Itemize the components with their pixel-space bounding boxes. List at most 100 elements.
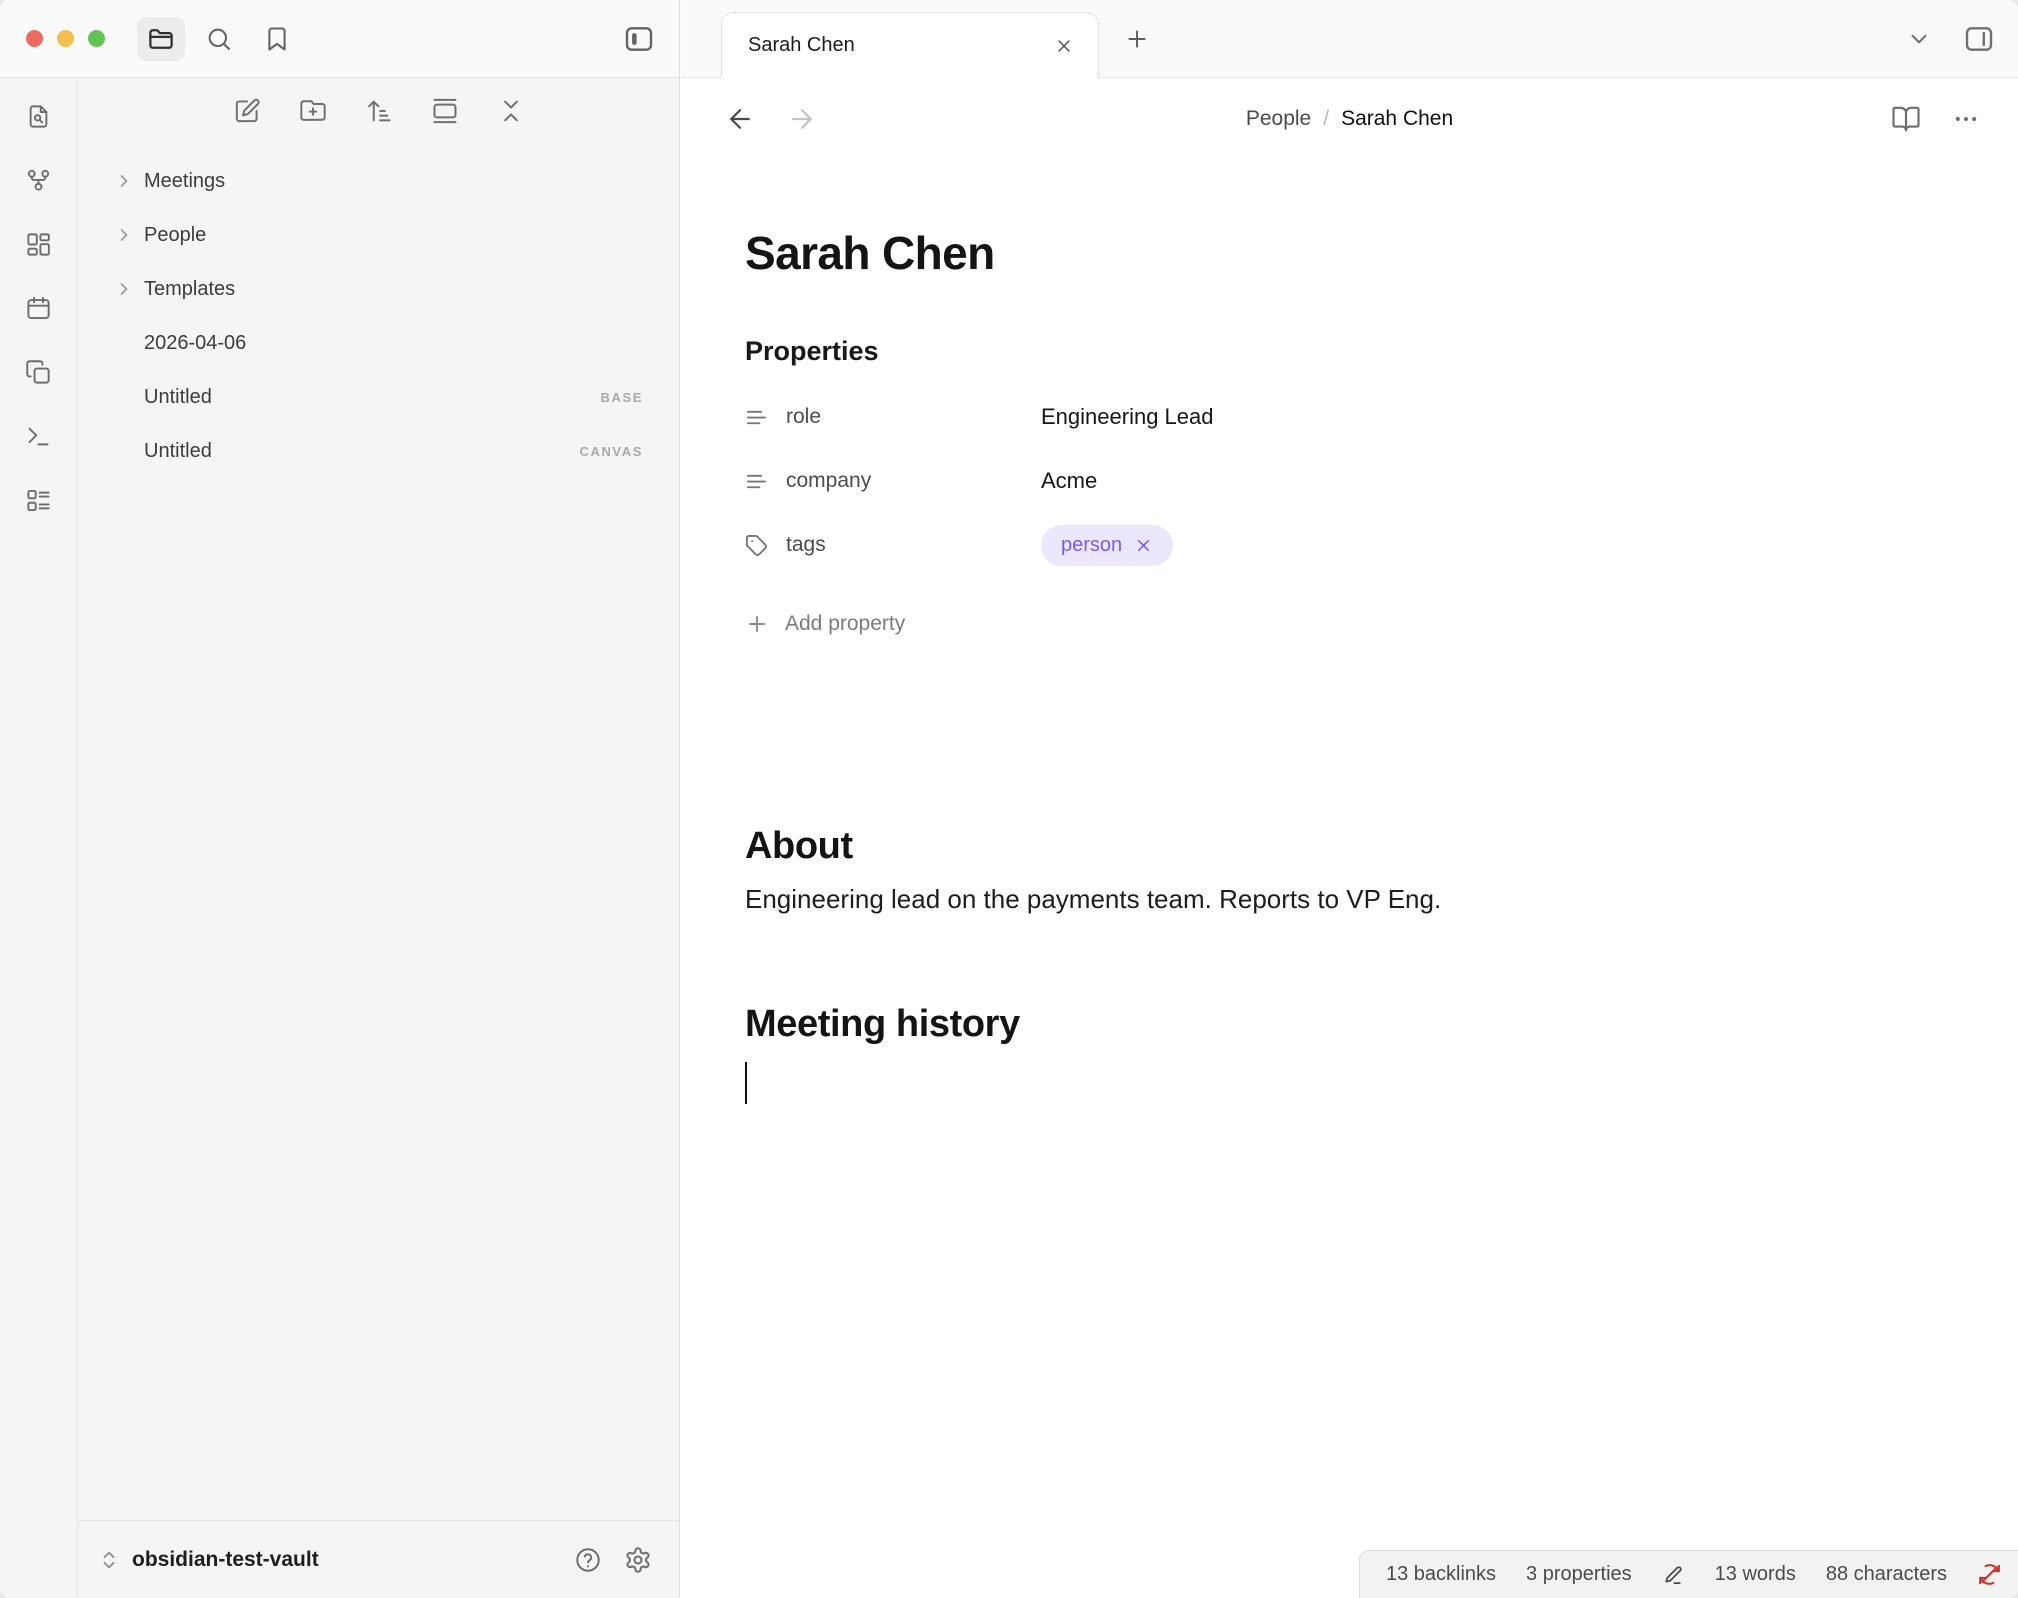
property-key-label: role (786, 405, 821, 429)
folder-icon (146, 24, 176, 54)
folder-row-templates[interactable]: Templates (104, 262, 653, 316)
properties-heading: Properties (745, 336, 1958, 367)
breadcrumb-current[interactable]: Sarah Chen (1341, 107, 1453, 130)
text-property-icon (745, 406, 768, 429)
arrow-right-icon (787, 104, 817, 134)
bases-icon (25, 487, 52, 514)
add-property-label: Add property (785, 612, 905, 636)
file-type-badge: BASE (600, 390, 643, 405)
new-tab-button[interactable] (1115, 17, 1159, 61)
search-icon (205, 25, 233, 53)
backlinks-count[interactable]: 13 backlinks (1386, 1563, 1496, 1586)
about-text[interactable]: Engineering lead on the payments team. R… (745, 884, 1958, 915)
file-search-icon (25, 103, 52, 130)
minimize-window-button[interactable] (57, 30, 74, 47)
property-key[interactable]: company (745, 469, 1041, 493)
breadcrumb-parent[interactable]: People (1246, 107, 1311, 130)
tab-title: Sarah Chen (748, 34, 1036, 57)
new-folder-button[interactable] (290, 91, 336, 131)
file-search-button[interactable] (17, 94, 61, 138)
pencil-icon[interactable] (1662, 1563, 1685, 1586)
folder-row-meetings[interactable]: Meetings (104, 154, 653, 208)
new-note-icon (233, 97, 261, 125)
property-key[interactable]: tags (745, 533, 1041, 557)
close-tab-button[interactable] (1046, 28, 1082, 64)
more-options-icon (1952, 105, 1980, 133)
collapse-all-icon (497, 97, 525, 125)
ribbon (0, 78, 78, 1598)
tab-sarah-chen[interactable]: Sarah Chen (721, 12, 1099, 78)
file-row-daily-note[interactable]: 2026-04-06 (104, 316, 653, 370)
vault-bar: obsidian-test-vault (78, 1520, 679, 1598)
breadcrumb-separator: / (1323, 107, 1329, 130)
properties-list: role Engineering Lead company Acme (745, 385, 1958, 577)
collapse-all-button[interactable] (488, 91, 534, 131)
command-palette-button[interactable] (17, 414, 61, 458)
canvas-button[interactable] (17, 222, 61, 266)
note-view: People / Sarah Chen Sarah Chen Properties … (681, 78, 2018, 1598)
file-name: Untitled (144, 440, 212, 463)
file-type-badge: CANVAS (579, 444, 643, 459)
folder-name: Meetings (144, 170, 225, 193)
settings-button[interactable] (617, 1539, 659, 1581)
note-editor[interactable]: Sarah Chen Properties role Engineering L… (681, 160, 2018, 1104)
reading-mode-button[interactable] (1888, 101, 1924, 137)
gallery-vertical-icon (431, 97, 459, 125)
navigate-forward-button[interactable] (785, 102, 819, 136)
zoom-window-button[interactable] (88, 30, 105, 47)
close-window-button[interactable] (26, 30, 43, 47)
more-options-button[interactable] (1948, 101, 1984, 137)
close-icon (1054, 36, 1074, 56)
about-heading[interactable]: About (745, 825, 1958, 868)
file-row-untitled-base[interactable]: Untitled BASE (104, 370, 653, 424)
tab-bar-right (1898, 18, 2004, 60)
tab-bar: Sarah Chen (681, 0, 2018, 78)
tag-label: person (1061, 534, 1122, 557)
files-view-button[interactable] (137, 17, 185, 61)
note-title[interactable]: Sarah Chen (745, 226, 1958, 280)
add-property-button[interactable]: Add property (745, 601, 905, 647)
sync-off-icon[interactable] (1977, 1562, 2002, 1587)
file-row-untitled-canvas[interactable]: Untitled CANVAS (104, 424, 653, 478)
chevron-right-icon[interactable] (114, 171, 144, 191)
daily-note-button[interactable] (17, 286, 61, 330)
meeting-history-heading[interactable]: Meeting history (745, 1003, 1958, 1046)
sort-order-icon (365, 97, 393, 125)
new-note-button[interactable] (224, 91, 270, 131)
chevron-right-icon[interactable] (114, 279, 144, 299)
main-pane: Sarah Chen People / Sarah Chen (681, 0, 2018, 1598)
gear-icon (624, 1546, 652, 1574)
properties-count[interactable]: 3 properties (1526, 1563, 1632, 1586)
tab-list-button[interactable] (1898, 18, 1940, 60)
bases-button[interactable] (17, 478, 61, 522)
chevron-right-icon[interactable] (114, 225, 144, 245)
file-explorer-toolbar (78, 78, 679, 144)
gallery-view-button[interactable] (422, 91, 468, 131)
obsidian-window: Meetings People Templates 2026-04-06 (0, 0, 2018, 1598)
plus-icon (1124, 26, 1150, 52)
plus-icon (745, 612, 769, 636)
property-row-company: company Acme (745, 449, 1958, 513)
tag-pill-person[interactable]: person (1041, 525, 1173, 566)
toggle-left-sidebar-button[interactable] (615, 17, 663, 61)
character-count: 88 characters (1826, 1563, 1947, 1586)
tags-property-icon (745, 534, 768, 557)
graph-view-button[interactable] (17, 158, 61, 202)
bookmarks-view-button[interactable] (253, 17, 301, 61)
search-view-button[interactable] (195, 17, 243, 61)
toggle-right-sidebar-button[interactable] (1958, 18, 2000, 60)
property-key[interactable]: role (745, 405, 1041, 429)
vault-switcher[interactable]: obsidian-test-vault (98, 1548, 559, 1572)
property-row-tags: tags person (745, 513, 1958, 577)
property-value[interactable]: Acme (1041, 468, 1097, 494)
property-value[interactable]: Engineering Lead (1041, 404, 1213, 430)
canvas-icon (25, 231, 52, 258)
folder-row-people[interactable]: People (104, 208, 653, 262)
sort-order-button[interactable] (356, 91, 402, 131)
help-icon (574, 1546, 602, 1574)
remove-tag-button[interactable] (1134, 536, 1153, 555)
help-button[interactable] (567, 1539, 609, 1581)
arrow-left-icon (725, 104, 755, 134)
navigate-back-button[interactable] (723, 102, 757, 136)
templates-button[interactable] (17, 350, 61, 394)
